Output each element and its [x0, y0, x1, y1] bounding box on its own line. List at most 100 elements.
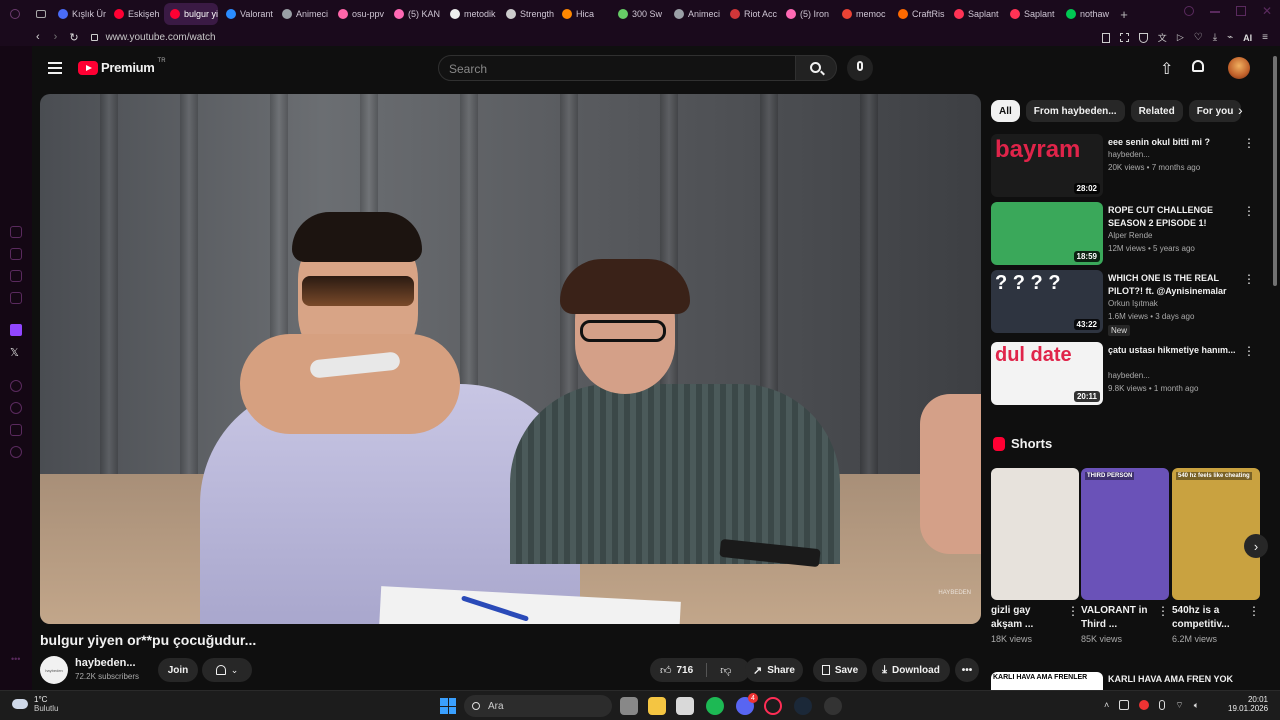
sidebar-player-icon[interactable]: [10, 424, 22, 436]
shorts-next-button[interactable]: ›: [1244, 534, 1268, 558]
rec-channel[interactable]: haybeden...: [1108, 150, 1150, 159]
dislike-icon[interactable]: 👎︎: [720, 664, 731, 677]
recommendation-item[interactable]: bayram 28:02 eee senin okul bitti mi ? hayb…: [991, 134, 1261, 198]
close-icon[interactable]: ✕: [1262, 5, 1272, 17]
voice-search-button[interactable]: [847, 55, 873, 81]
sidebar-clock-icon[interactable]: [10, 402, 22, 414]
sidebar-bag-icon[interactable]: [10, 248, 22, 260]
short-item[interactable]: gizli gay akşam ... 18K views ⋮: [991, 468, 1079, 644]
volume-icon[interactable]: 🔈︎: [1194, 700, 1199, 711]
short-more-icon[interactable]: ⋮: [1157, 604, 1169, 618]
download-icon[interactable]: ⤓: [1213, 32, 1217, 43]
minimize-icon[interactable]: [1209, 11, 1220, 13]
channel-name[interactable]: haybeden...: [75, 657, 136, 669]
rec-more-icon[interactable]: ⋮: [1243, 344, 1255, 358]
url-field[interactable]: www.youtube.com/watch: [106, 32, 216, 43]
save-button[interactable]: Save: [813, 658, 867, 682]
browser-tab[interactable]: (5) Iron: [780, 3, 834, 25]
rec-thumbnail[interactable]: ? ? ? ? 43:22: [991, 270, 1103, 333]
sidebar-history-icon[interactable]: [10, 380, 22, 392]
menu-icon[interactable]: ≡: [1262, 32, 1268, 43]
spotify-icon[interactable]: [706, 697, 724, 715]
play-icon[interactable]: ▷: [1177, 32, 1184, 43]
wifi-icon[interactable]: ⌔: [1175, 700, 1183, 711]
browser-tab[interactable]: Animeci: [276, 3, 330, 25]
rec-thumbnail[interactable]: bayram 28:02: [991, 134, 1103, 197]
browser-tab[interactable]: (5) KAN: [388, 3, 442, 25]
browser-tab[interactable]: osu-ppv: [332, 3, 386, 25]
short-thumbnail[interactable]: [991, 468, 1079, 600]
more-actions-button[interactable]: •••: [955, 658, 979, 682]
download-button[interactable]: ⤓ Download: [872, 658, 950, 682]
browser-tab[interactable]: memoc: [836, 3, 890, 25]
subscribed-bell-button[interactable]: ⌄: [202, 658, 252, 682]
short-item[interactable]: THIRD PERSON VALORANT in Third ... 85K vie…: [1081, 468, 1169, 644]
discord-icon[interactable]: 4: [736, 693, 758, 715]
workspace-icon[interactable]: [30, 0, 52, 28]
ai-button[interactable]: AI: [1243, 33, 1252, 43]
opera-gx-icon[interactable]: [764, 697, 782, 715]
maximize-icon[interactable]: [1235, 6, 1246, 16]
browser-tab[interactable]: 300 Sw: [612, 3, 666, 25]
search-tabs-icon[interactable]: [1183, 6, 1194, 16]
short-more-icon[interactable]: ⋮: [1248, 604, 1260, 618]
rec-more-icon[interactable]: ⋮: [1243, 136, 1255, 150]
youtube-logo[interactable]: Premium TR: [78, 58, 166, 75]
video-player[interactable]: HAYBEDEN: [40, 94, 981, 624]
rec-thumbnail[interactable]: 18:59: [991, 202, 1103, 265]
rec-channel[interactable]: Orkun Işıtmak: [1108, 299, 1158, 308]
hamburger-menu-icon[interactable]: [48, 62, 62, 74]
sidebar-twitch-icon[interactable]: [10, 324, 22, 336]
search-button[interactable]: [795, 55, 837, 81]
browser-tab[interactable]: Saplant: [1004, 3, 1058, 25]
scrollbar-thumb[interactable]: [1273, 56, 1277, 286]
browser-tab[interactable]: Valorant: [220, 3, 274, 25]
short-thumbnail[interactable]: THIRD PERSON: [1081, 468, 1169, 600]
browser-tab[interactable]: Saplant: [948, 3, 1002, 25]
taskbar-search[interactable]: Ara: [464, 695, 612, 717]
avatar[interactable]: [1228, 57, 1250, 79]
like-icon[interactable]: 👍︎: [660, 664, 672, 677]
browser-tab[interactable]: metodik: [444, 3, 498, 25]
browser-tab[interactable]: Riot Acc: [724, 3, 778, 25]
recommendation-item[interactable]: ? ? ? ? 43:22 WHICH ONE IS THE REAL PILOT?…: [991, 270, 1261, 336]
filter-chip[interactable]: All: [991, 100, 1020, 122]
translate-icon[interactable]: 文: [1158, 31, 1167, 44]
browser-tab[interactable]: nothaw: [1060, 3, 1114, 25]
bookmark-icon[interactable]: [1101, 32, 1110, 43]
chips-next-icon[interactable]: ›: [1238, 102, 1243, 118]
windows-start-icon[interactable]: [440, 698, 456, 714]
sidebar-messenger-icon[interactable]: [10, 270, 22, 282]
extensions-icon[interactable]: ⌁: [1227, 32, 1233, 43]
tray-app-icon[interactable]: [1119, 700, 1130, 710]
task-view-icon[interactable]: [620, 697, 638, 715]
rec-more-icon[interactable]: ⋮: [1243, 272, 1255, 286]
notifications-icon[interactable]: [1192, 60, 1204, 72]
rec-channel[interactable]: haybeden...: [1108, 371, 1150, 380]
steam-icon[interactable]: [794, 697, 812, 715]
sidebar-ai-icon[interactable]: [10, 226, 22, 238]
clock[interactable]: 20:01 19.01.2026: [1228, 695, 1268, 713]
like-count[interactable]: 716: [677, 665, 694, 676]
browser-tab[interactable]: Strength: [500, 3, 554, 25]
tray-mic-icon[interactable]: [1159, 700, 1166, 710]
rec-thumbnail[interactable]: dul date 20:11: [991, 342, 1103, 405]
browser-tab[interactable]: bulgur yiye: [164, 3, 218, 25]
heart-icon[interactable]: ♡: [1194, 32, 1203, 43]
sidebar-settings-icon[interactable]: [10, 446, 22, 458]
join-button[interactable]: Join: [158, 658, 198, 682]
rec-channel[interactable]: Alper Rende: [1108, 231, 1152, 240]
shield-icon[interactable]: [1138, 32, 1148, 43]
upload-icon[interactable]: ⇧: [1160, 59, 1173, 79]
store-icon[interactable]: [676, 697, 694, 715]
share-button[interactable]: ↗ Share: [745, 658, 803, 682]
filter-chip[interactable]: From haybeden...: [1025, 100, 1125, 122]
filter-chip[interactable]: Related: [1130, 100, 1183, 122]
reload-icon[interactable]: ↻: [69, 31, 78, 44]
new-tab-button[interactable]: +: [1114, 7, 1134, 22]
sidebar-instagram-icon[interactable]: [10, 292, 22, 304]
page-scrollbar[interactable]: [1270, 46, 1280, 690]
filter-chip[interactable]: For you: [1188, 100, 1242, 122]
rec-more-icon[interactable]: ⋮: [1243, 204, 1255, 218]
opera-menu-icon[interactable]: [0, 0, 30, 28]
